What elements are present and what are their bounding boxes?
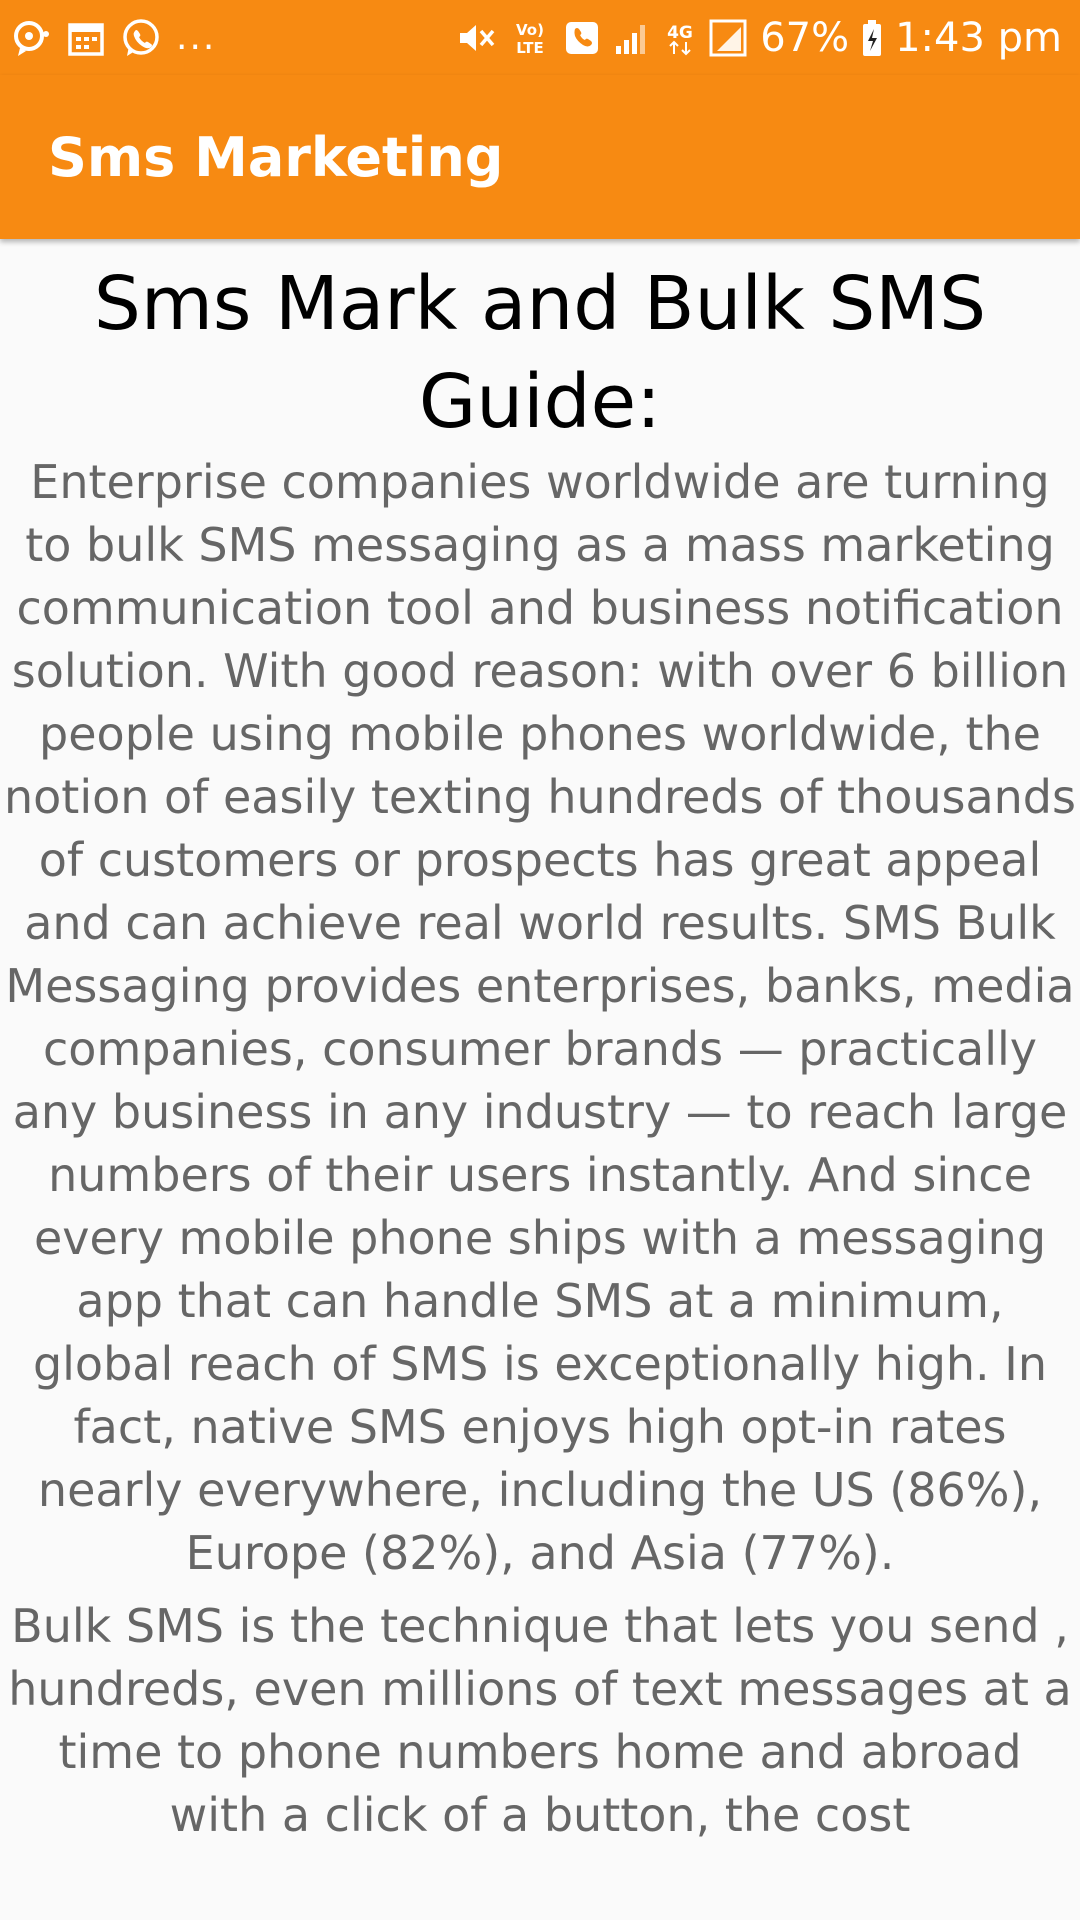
network-type-icon: 4G [664, 18, 696, 58]
battery-percentage: 67% [760, 14, 850, 61]
notification-icons: ... [12, 17, 216, 59]
svg-text:Vo): Vo) [516, 21, 544, 39]
article-paragraph: Enterprise companies worldwide are turni… [4, 455, 1076, 1580]
phone-icon [564, 20, 600, 56]
clock: 1:43 pm [895, 14, 1062, 61]
app-title: Sms Marketing [48, 125, 504, 189]
signal-icon [708, 18, 748, 58]
whatsapp-icon [120, 17, 162, 59]
status-bar: ... Vo) LTE 4G 67% 1:43 pm [0, 0, 1080, 75]
system-icons: Vo) LTE 4G 67% 1:43 pm [456, 18, 1062, 58]
messenger-icon [12, 18, 52, 58]
article-content[interactable]: Sms Mark and Bulk SMS Guide: Enterprise … [0, 239, 1080, 1920]
signal-icon [612, 18, 652, 58]
volte-icon: Vo) LTE [508, 18, 552, 58]
calendar-icon [66, 18, 106, 58]
app-bar: Sms Marketing [0, 75, 1080, 239]
svg-text:LTE: LTE [516, 39, 544, 57]
battery-icon [861, 18, 883, 58]
mute-icon [456, 18, 496, 58]
svg-text:4G: 4G [667, 23, 693, 43]
article-heading: Sms Mark and Bulk SMS Guide: [93, 261, 987, 445]
article-paragraph: Bulk SMS is the technique that lets you … [8, 1599, 1072, 1842]
more-notifications-indicator: ... [176, 16, 217, 58]
